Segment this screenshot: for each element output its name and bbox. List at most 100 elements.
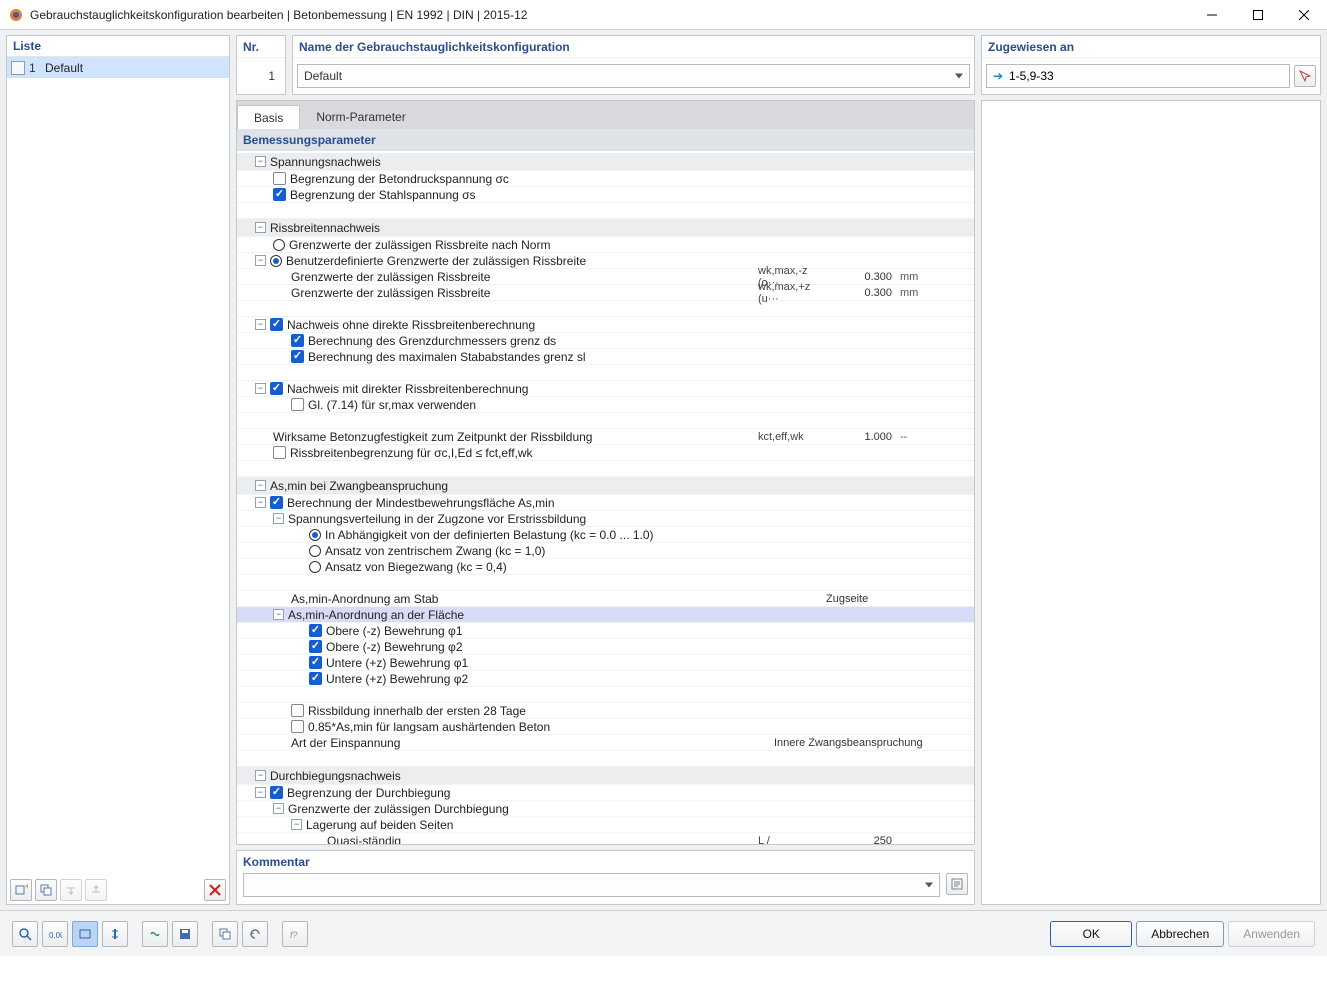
row-untere1[interactable]: Untere (+z) Bewehrung φ1	[237, 655, 974, 671]
view-button[interactable]	[72, 921, 98, 947]
minimize-button[interactable]	[1189, 0, 1235, 30]
row-gl714[interactable]: Gl. (7.14) für sr,max verwenden	[237, 397, 974, 413]
checkbox[interactable]	[291, 720, 304, 733]
new-button[interactable]: ✶	[10, 879, 32, 901]
collapse-icon[interactable]: −	[273, 609, 284, 620]
tab-norm-parameter[interactable]: Norm-Parameter	[300, 105, 421, 129]
maximize-button[interactable]	[1235, 0, 1281, 30]
cat-asmin[interactable]: − As,min bei Zwangbeanspruchung	[237, 477, 974, 495]
checkbox[interactable]	[270, 382, 283, 395]
row-grenzdurch[interactable]: Berechnung des Grenzdurchmessers grenz d…	[237, 333, 974, 349]
radio[interactable]	[273, 239, 285, 251]
row-anord-stab[interactable]: As,min-Anordnung am Stab Zugseite	[237, 591, 974, 607]
ok-button[interactable]: OK	[1050, 921, 1132, 947]
value[interactable]: Zugseite	[826, 593, 974, 605]
help-button[interactable]	[12, 921, 38, 947]
row-asmin-berech[interactable]: −Berechnung der Mindestbewehrungsfläche …	[237, 495, 974, 511]
row-riss28[interactable]: Rissbildung innerhalb der ersten 28 Tage	[237, 703, 974, 719]
assigned-input[interactable]: ➔ 1-5,9-33	[986, 64, 1290, 88]
row-untere2[interactable]: Untere (+z) Bewehrung φ2	[237, 671, 974, 687]
row-obere2[interactable]: Obere (-z) Bewehrung φ2	[237, 639, 974, 655]
order-up-button[interactable]	[85, 879, 107, 901]
collapse-icon[interactable]: −	[255, 222, 266, 233]
collapse-icon[interactable]: −	[255, 383, 266, 394]
function-button[interactable]: f?	[282, 921, 308, 947]
checkbox[interactable]	[309, 656, 322, 669]
cat-spannung[interactable]: − Spannungsnachweis	[237, 153, 974, 171]
close-button[interactable]	[1281, 0, 1327, 30]
checkbox[interactable]	[273, 188, 286, 201]
row-anord-flaeche[interactable]: −As,min-Anordnung an der Fläche	[237, 607, 974, 623]
collapse-icon[interactable]: −	[255, 156, 266, 167]
row-biege[interactable]: Ansatz von Biegezwang (kc = 0,4)	[237, 559, 974, 575]
checkbox[interactable]	[270, 496, 283, 509]
checkbox[interactable]	[309, 624, 322, 637]
row-begr-beton[interactable]: Begrenzung der Betondruckspannung σc	[237, 171, 974, 187]
checkbox[interactable]	[291, 704, 304, 717]
name-select[interactable]: Default	[297, 64, 970, 88]
calculate-button[interactable]	[142, 921, 168, 947]
cat-riss[interactable]: − Rissbreitennachweis	[237, 219, 974, 237]
row-grenz-plus[interactable]: Grenzwerte der zulässigen Rissbreite wk,…	[237, 285, 974, 301]
row-begr-stahl[interactable]: Begrenzung der Stahlspannung σs	[237, 187, 974, 203]
value[interactable]: 0.300	[826, 271, 896, 283]
checkbox[interactable]	[291, 350, 304, 363]
collapse-icon[interactable]: −	[273, 513, 284, 524]
row-zentr[interactable]: Ansatz von zentrischem Zwang (kc = 1,0)	[237, 543, 974, 559]
checkbox[interactable]	[270, 318, 283, 331]
units-button[interactable]: 0.00	[42, 921, 68, 947]
checkbox[interactable]	[309, 672, 322, 685]
collapse-icon[interactable]: −	[273, 803, 284, 814]
checkbox[interactable]	[309, 640, 322, 653]
row-spannvert[interactable]: −Spannungsverteilung in der Zugzone vor …	[237, 511, 974, 527]
cancel-button[interactable]: Abbrechen	[1136, 921, 1224, 947]
row-benutzer[interactable]: −Benutzerdefinierte Grenzwerte der zuläs…	[237, 253, 974, 269]
row-lager2[interactable]: −Lagerung auf beiden Seiten	[237, 817, 974, 833]
undo-button[interactable]	[242, 921, 268, 947]
row-mit[interactable]: −Nachweis mit direkter Rissbreitenberech…	[237, 381, 974, 397]
copy-button[interactable]	[35, 879, 57, 901]
checkbox[interactable]	[291, 334, 304, 347]
checkbox[interactable]	[273, 172, 286, 185]
radio[interactable]	[309, 561, 321, 573]
row-ohne[interactable]: −Nachweis ohne direkte Rissbreitenberech…	[237, 317, 974, 333]
collapse-icon[interactable]: −	[255, 319, 266, 330]
row-rissbegr[interactable]: Rissbreitenbegrenzung für σc,I,Ed ≤ fct,…	[237, 445, 974, 461]
row-grenz-norm[interactable]: Grenzwerte der zulässigen Rissbreite nac…	[237, 237, 974, 253]
save-button[interactable]	[172, 921, 198, 947]
pick-in-model-button[interactable]	[1294, 65, 1316, 87]
row-abh[interactable]: In Abhängigkeit von der definierten Bela…	[237, 527, 974, 543]
value[interactable]: Innere Zwangsbeanspruchung	[774, 737, 974, 749]
checkbox[interactable]	[270, 786, 283, 799]
row-durch-begr[interactable]: −Begrenzung der Durchbiegung	[237, 785, 974, 801]
collapse-icon[interactable]: −	[255, 255, 266, 266]
value[interactable]: 1.000	[826, 431, 896, 443]
collapse-icon[interactable]: −	[255, 770, 266, 781]
tab-basis[interactable]: Basis	[237, 105, 300, 130]
checkbox[interactable]	[273, 446, 286, 459]
row-grenz-minus[interactable]: Grenzwerte der zulässigen Rissbreite wk,…	[237, 269, 974, 285]
comment-edit-button[interactable]	[946, 873, 968, 895]
collapse-icon[interactable]: −	[255, 480, 266, 491]
value[interactable]: 0.300	[826, 287, 896, 299]
reset-button[interactable]	[212, 921, 238, 947]
value[interactable]: 250	[826, 835, 896, 845]
row-quasi[interactable]: Quasi-ständig L / 250	[237, 833, 974, 844]
order-down-button[interactable]	[60, 879, 82, 901]
list-item[interactable]: 1 Default	[7, 57, 229, 78]
delete-button[interactable]	[204, 879, 226, 901]
radio[interactable]	[309, 545, 321, 557]
collapse-icon[interactable]: −	[255, 787, 266, 798]
row-langsam[interactable]: 0.85*As,min für langsam aushärtenden Bet…	[237, 719, 974, 735]
row-einspannung[interactable]: Art der Einspannung Innere Zwangsbeanspr…	[237, 735, 974, 751]
member-button[interactable]	[102, 921, 128, 947]
radio[interactable]	[309, 529, 321, 541]
tree[interactable]: − Spannungsnachweis Begrenzung der Beton…	[237, 151, 974, 844]
collapse-icon[interactable]: −	[255, 497, 266, 508]
collapse-icon[interactable]: −	[291, 819, 302, 830]
row-obere1[interactable]: Obere (-z) Bewehrung φ1	[237, 623, 974, 639]
cat-durch[interactable]: − Durchbiegungsnachweis	[237, 767, 974, 785]
row-durch-grenz[interactable]: −Grenzwerte der zulässigen Durchbiegung	[237, 801, 974, 817]
comment-input[interactable]	[243, 873, 940, 897]
row-wirks[interactable]: Wirksame Betonzugfestigkeit zum Zeitpunk…	[237, 429, 974, 445]
